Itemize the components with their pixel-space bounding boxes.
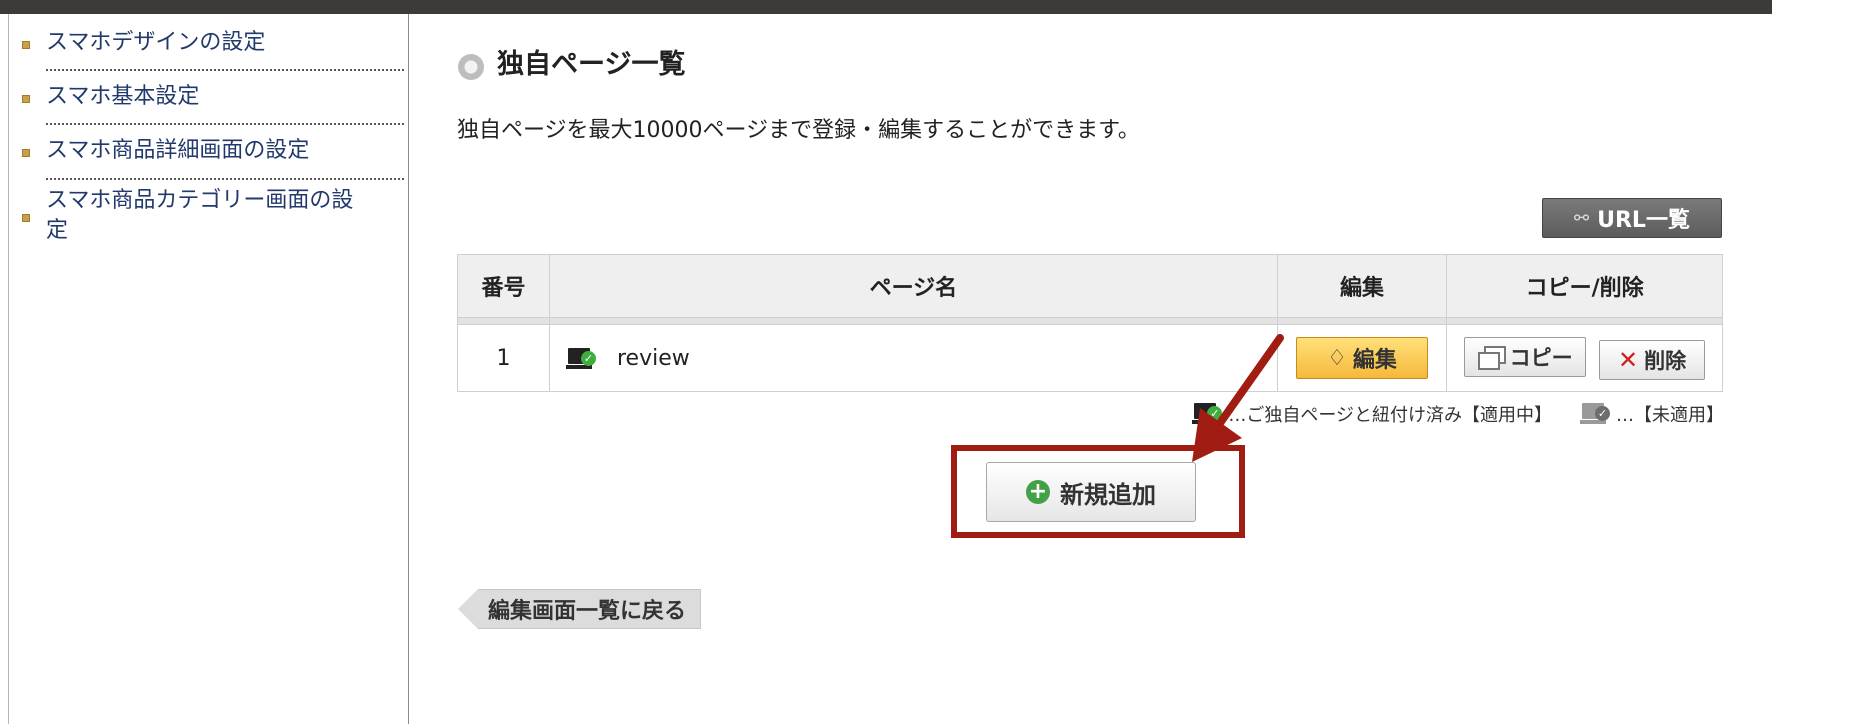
url-list-button[interactable]: ⚯ URL一覧 <box>1542 198 1722 238</box>
pc-applied-icon: ✓ <box>566 347 596 370</box>
table-row: 1 ✓ review ♢ 編集 コピー ✕ 削除 <box>457 324 1723 392</box>
sidebar-link-label[interactable]: スマホデザインの設定 <box>46 28 265 58</box>
add-new-button[interactable]: + 新規追加 <box>986 462 1196 522</box>
sidebar-left-border <box>8 14 9 724</box>
row-page-name-cell: ✓ review <box>549 324 1278 392</box>
back-to-edit-list-button[interactable]: 編集画面一覧に戻る <box>458 589 702 629</box>
back-arrow-icon <box>458 589 478 629</box>
title-bullet-icon <box>458 54 484 80</box>
column-header-number: 番号 <box>457 254 550 318</box>
paint-bucket-icon: ♢ <box>1327 345 1347 371</box>
pc-not-applied-icon: ✓ <box>1580 403 1610 425</box>
page-title: 独自ページ一覧 <box>497 49 686 80</box>
legend-not-applied-text: …【未適用】 <box>1616 405 1724 426</box>
sidebar-link-label[interactable]: スマホ商品詳細画面の設定 <box>46 136 309 166</box>
header-separator <box>457 317 1723 325</box>
edit-button[interactable]: ♢ 編集 <box>1295 337 1428 379</box>
plus-circle-icon: + <box>1026 480 1050 504</box>
copy-icon <box>1477 345 1506 370</box>
top-bar <box>0 0 1772 14</box>
page-description: 独自ページを最大10000ページまで登録・編集することができます。 <box>457 118 1140 143</box>
sidebar-link-label[interactable]: スマホ商品カテゴリー画面の設 定 <box>46 186 353 246</box>
delete-x-icon: ✕ <box>1618 345 1639 374</box>
add-new-label: 新規追加 <box>1060 480 1156 509</box>
url-list-label: URL一覧 <box>1597 208 1690 233</box>
sidebar-item-product-detail[interactable]: スマホ商品詳細画面の設定 <box>20 136 405 186</box>
sidebar-item-smartphone-basic[interactable]: スマホ基本設定 <box>20 82 405 132</box>
copy-button[interactable]: コピー <box>1464 336 1587 377</box>
back-label: 編集画面一覧に戻る <box>478 589 702 629</box>
divider <box>46 178 404 180</box>
bullet-icon <box>22 214 30 222</box>
sidebar-item-smartphone-design[interactable]: スマホデザインの設定 <box>20 28 405 78</box>
delete-label: 削除 <box>1644 348 1687 373</box>
page-list-table: 番号 ページ名 編集 コピー/削除 1 ✓ review ♢ 編集 コピー ✕ … <box>457 254 1723 392</box>
edit-label: 編集 <box>1352 348 1397 373</box>
right-margin <box>1772 0 1874 724</box>
row-copy-delete-cell: コピー ✕ 削除 <box>1446 324 1723 392</box>
delete-button[interactable]: ✕ 削除 <box>1599 339 1706 380</box>
sidebar-link-line1: スマホ商品カテゴリー画面の設 <box>46 188 354 213</box>
link-icon: ⚯ <box>1574 207 1590 229</box>
sidebar-link-label[interactable]: スマホ基本設定 <box>46 82 199 112</box>
copy-label: コピー <box>1509 345 1573 370</box>
bullet-icon <box>22 95 30 103</box>
sidebar-item-product-category[interactable]: スマホ商品カテゴリー画面の設 定 <box>20 186 405 256</box>
row-edit-cell: ♢ 編集 <box>1276 324 1448 392</box>
column-header-edit: 編集 <box>1276 254 1448 318</box>
column-header-page-name: ページ名 <box>549 254 1278 318</box>
divider <box>46 123 404 125</box>
divider <box>46 69 404 71</box>
column-header-copy-delete: コピー/削除 <box>1446 254 1723 318</box>
bullet-icon <box>22 41 30 49</box>
sidebar-link-line2: 定 <box>46 218 69 243</box>
sidebar-right-border <box>408 14 409 724</box>
page-name: review <box>617 345 690 371</box>
bullet-icon <box>22 149 30 157</box>
row-number: 1 <box>457 324 550 392</box>
